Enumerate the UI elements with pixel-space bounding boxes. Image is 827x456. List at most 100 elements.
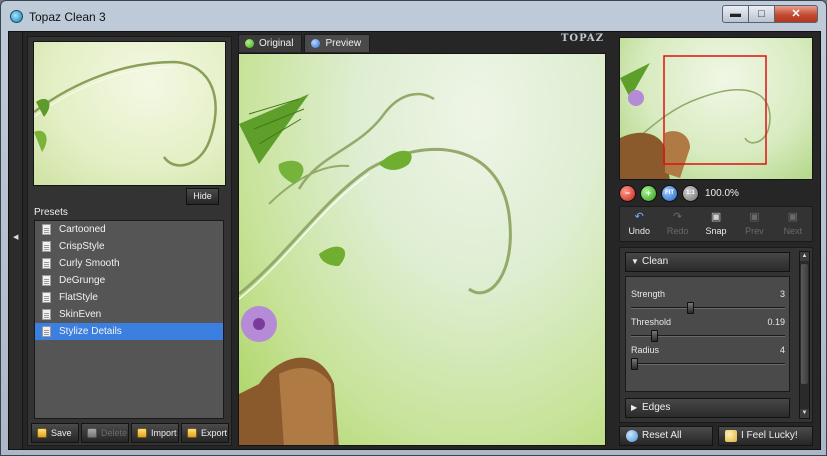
preset-item-stylize-details[interactable]: Stylize Details bbox=[35, 323, 223, 340]
footer-actions: Reset All I Feel Lucky! bbox=[619, 426, 813, 446]
snap-button[interactable]: ▣ Snap bbox=[697, 207, 735, 241]
preset-item-cartooned[interactable]: Cartooned bbox=[35, 221, 223, 238]
preset-item-skineven[interactable]: SkinEven bbox=[35, 306, 223, 323]
reset-icon bbox=[626, 430, 638, 442]
strength-slider-thumb[interactable] bbox=[686, 302, 694, 314]
reset-all-button[interactable]: Reset All bbox=[619, 426, 713, 446]
left-panel: Hide Presets Cartooned CrispStyle Curly … bbox=[27, 36, 232, 446]
i-feel-lucky-label: I Feel Lucky! bbox=[741, 430, 798, 441]
preset-document-icon bbox=[42, 292, 51, 303]
clean-section-title: Clean bbox=[642, 256, 669, 267]
strength-slider-track[interactable] bbox=[631, 307, 785, 309]
presets-list[interactable]: Cartooned CrispStyle Curly Smooth DeGrun… bbox=[34, 220, 224, 419]
threshold-slider-thumb[interactable] bbox=[651, 330, 659, 342]
import-icon bbox=[137, 428, 147, 438]
import-preset-button[interactable]: Import bbox=[131, 423, 179, 443]
preset-label: Stylize Details bbox=[59, 326, 122, 337]
previous-snapshot-icon: ▣ bbox=[749, 211, 760, 223]
zoom-in-button[interactable]: + bbox=[640, 184, 657, 202]
undo-arrow-icon: ↶ bbox=[634, 211, 644, 223]
strength-value[interactable]: 3 bbox=[780, 289, 785, 299]
collapse-left-panel-strip[interactable]: ◀ bbox=[9, 32, 23, 449]
zoom-out-button[interactable]: − bbox=[619, 184, 636, 202]
topaz-logo: TOPAZ bbox=[560, 33, 604, 44]
preset-document-icon bbox=[42, 309, 51, 320]
dice-icon bbox=[725, 430, 737, 442]
preset-label: Cartooned bbox=[59, 224, 106, 235]
i-feel-lucky-button[interactable]: I Feel Lucky! bbox=[718, 426, 813, 446]
delete-preset-button[interactable]: Delete bbox=[81, 423, 129, 443]
settings-panel: ▼ Clean Strength 3 Threshold 0.19 Radius… bbox=[619, 247, 813, 423]
save-preset-button[interactable]: Save bbox=[31, 423, 79, 443]
triangle-down-icon: ▼ bbox=[631, 257, 639, 266]
zoom-actual-size-button[interactable]: 1:1 bbox=[682, 184, 699, 202]
edges-section-title: Edges bbox=[642, 402, 671, 413]
preset-label: Curly Smooth bbox=[59, 258, 120, 269]
triangle-right-icon: ▶ bbox=[631, 403, 638, 412]
zoom-fit-button[interactable]: FIT bbox=[661, 184, 678, 202]
image-preview[interactable] bbox=[238, 53, 606, 446]
preset-label: FlatStyle bbox=[59, 292, 98, 303]
export-icon bbox=[187, 428, 197, 438]
strength-slider-row: Strength 3 bbox=[631, 289, 785, 317]
preset-label: DeGrunge bbox=[59, 275, 106, 286]
window-controls: ▬ □ ✕ bbox=[722, 5, 818, 23]
undo-button[interactable]: ↶ Undo bbox=[620, 207, 658, 241]
radius-label: Radius bbox=[631, 345, 660, 355]
scroll-up-icon[interactable]: ▲ bbox=[800, 252, 809, 261]
preset-item-flatstyle[interactable]: FlatStyle bbox=[35, 289, 223, 306]
delete-label: Delete bbox=[101, 428, 128, 438]
import-label: Import bbox=[151, 428, 177, 438]
close-button[interactable]: ✕ bbox=[774, 5, 818, 23]
preset-document-icon bbox=[42, 275, 51, 286]
title-bar: Topaz Clean 3 ▬ □ ✕ bbox=[1, 1, 826, 31]
radius-slider-thumb[interactable] bbox=[631, 358, 639, 370]
threshold-value[interactable]: 0.19 bbox=[767, 317, 785, 327]
vine-illustration bbox=[34, 60, 217, 167]
topaz-app-icon bbox=[10, 10, 23, 23]
prev-button[interactable]: ▣ Prev bbox=[735, 207, 773, 241]
original-dot-icon bbox=[245, 39, 254, 48]
navigator-thumbnail[interactable] bbox=[619, 37, 813, 180]
preset-item-curly-smooth[interactable]: Curly Smooth bbox=[35, 255, 223, 272]
prev-label: Prev bbox=[745, 226, 764, 236]
preset-preview-thumbnail bbox=[33, 41, 226, 186]
minimize-button[interactable]: ▬ bbox=[722, 5, 748, 23]
vine-artwork bbox=[239, 92, 512, 445]
radius-slider-track[interactable] bbox=[631, 363, 785, 365]
tab-original-label: Original bbox=[259, 38, 294, 49]
zoom-level: 100.0% bbox=[705, 187, 739, 199]
next-label: Next bbox=[783, 226, 803, 236]
threshold-label: Threshold bbox=[631, 317, 672, 327]
edges-section-header[interactable]: ▶ Edges bbox=[625, 398, 790, 418]
tab-original[interactable]: Original bbox=[238, 34, 303, 52]
presets-heading: Presets bbox=[34, 207, 68, 218]
scroll-down-icon[interactable]: ▼ bbox=[800, 409, 809, 418]
settings-scrollbar[interactable]: ▲ ▼ bbox=[799, 251, 810, 419]
tab-preview[interactable]: Preview bbox=[304, 34, 371, 52]
export-preset-button[interactable]: Export bbox=[181, 423, 229, 443]
snap-label: Snap bbox=[705, 226, 727, 236]
tab-preview-label: Preview bbox=[325, 38, 362, 49]
preset-item-degrunge[interactable]: DeGrunge bbox=[35, 272, 223, 289]
maximize-button[interactable]: □ bbox=[748, 5, 774, 23]
redo-arrow-icon: ↷ bbox=[673, 211, 683, 223]
hide-preview-button[interactable]: Hide bbox=[186, 188, 219, 205]
preset-actions: Save Delete Import Export bbox=[31, 423, 229, 443]
radius-slider-row: Radius 4 bbox=[631, 345, 785, 373]
clean-section-body: Strength 3 Threshold 0.19 Radius 4 bbox=[625, 276, 790, 392]
scrollbar-thumb[interactable] bbox=[801, 264, 808, 384]
preset-document-icon bbox=[42, 258, 51, 269]
delete-icon bbox=[87, 428, 97, 438]
snapshot-icon: ▣ bbox=[710, 211, 722, 223]
view-tabs: Original Preview bbox=[238, 34, 371, 52]
redo-label: Redo bbox=[666, 226, 689, 236]
radius-value[interactable]: 4 bbox=[780, 345, 785, 355]
redo-button[interactable]: ↷ Redo bbox=[658, 207, 696, 241]
zoom-controls: − + FIT 1:1 100.0% bbox=[619, 184, 739, 202]
arrow-left-icon: ◀ bbox=[13, 234, 19, 241]
next-button[interactable]: ▣ Next bbox=[774, 207, 812, 241]
history-toolbar: ↶ Undo ↷ Redo ▣ Snap ▣ Prev ▣ Next bbox=[619, 206, 813, 242]
preset-item-crispstyle[interactable]: CrispStyle bbox=[35, 238, 223, 255]
clean-section-header[interactable]: ▼ Clean bbox=[625, 252, 790, 272]
